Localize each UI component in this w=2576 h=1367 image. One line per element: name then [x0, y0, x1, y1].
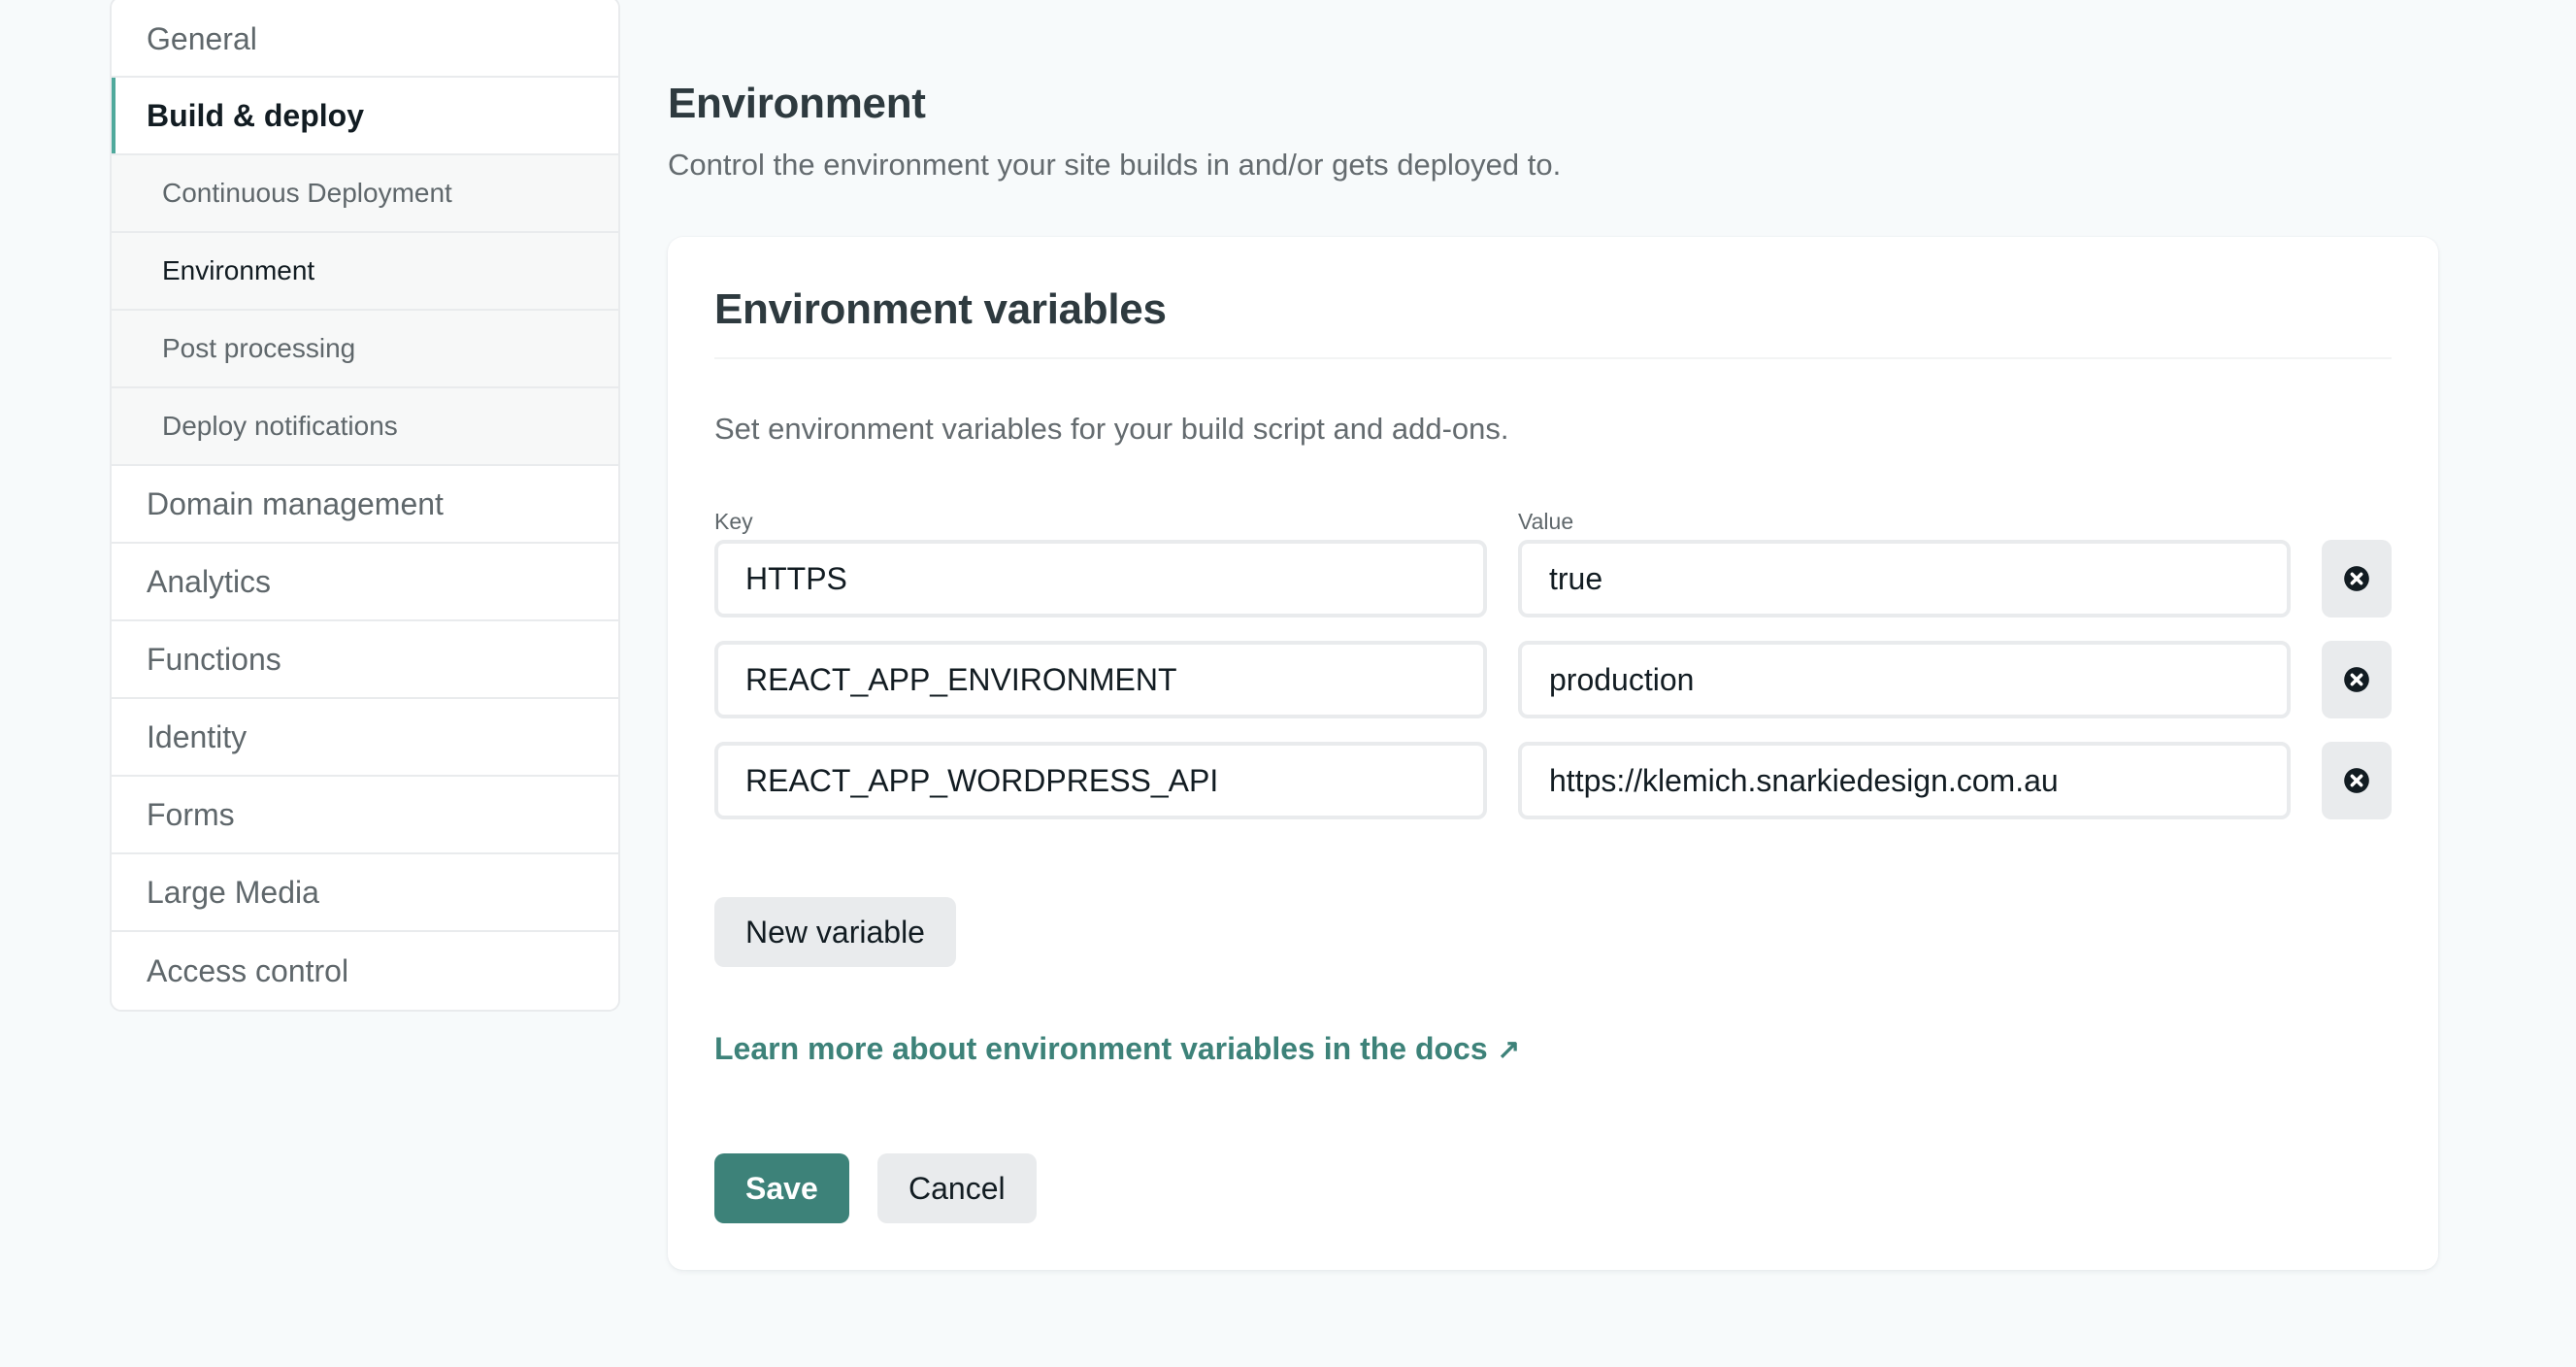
key-column-label: Key: [714, 509, 753, 534]
sidebar-item-label: Build & deploy: [147, 97, 364, 133]
sidebar-subitem-environment[interactable]: Environment: [112, 233, 618, 311]
delete-variable-button[interactable]: [2322, 641, 2392, 718]
sidebar-item-label: Functions: [147, 641, 281, 677]
card-divider: [714, 357, 2392, 359]
sidebar-item-label: Post processing: [162, 333, 356, 363]
sidebar-item-analytics[interactable]: Analytics: [112, 544, 618, 621]
variable-key-input[interactable]: [714, 742, 1487, 819]
sidebar-item-access-control[interactable]: Access control: [112, 932, 618, 1010]
variable-value-input[interactable]: [1518, 742, 2291, 819]
sidebar-item-label: Deploy notifications: [162, 411, 398, 441]
sidebar-subitem-continuous-deployment[interactable]: Continuous Deployment: [112, 155, 618, 233]
settings-sidebar: General Build & deploy Continuous Deploy…: [110, 0, 620, 1012]
sidebar-subitem-deploy-notifications[interactable]: Deploy notifications: [112, 388, 618, 466]
new-variable-button[interactable]: New variable: [714, 897, 956, 967]
variable-row: [714, 540, 2392, 617]
sidebar-item-general[interactable]: General: [112, 0, 618, 78]
sidebar-item-label: Continuous Deployment: [162, 178, 452, 208]
variable-value-input[interactable]: [1518, 540, 2291, 617]
save-button[interactable]: Save: [714, 1153, 849, 1223]
close-circle-icon: [2344, 566, 2369, 591]
page-subtitle: Control the environment your site builds…: [668, 148, 1562, 182]
docs-link-label: Learn more about environment variables i…: [714, 1031, 1488, 1066]
sidebar-item-functions[interactable]: Functions: [112, 621, 618, 699]
cancel-button[interactable]: Cancel: [877, 1153, 1037, 1223]
variable-row: [714, 742, 2392, 819]
sidebar-item-label: Access control: [147, 952, 349, 988]
card-description: Set environment variables for your build…: [714, 412, 1509, 446]
page-title: Environment: [668, 80, 926, 127]
sidebar-subitem-post-processing[interactable]: Post processing: [112, 311, 618, 388]
variable-value-input[interactable]: [1518, 641, 2291, 718]
close-circle-icon: [2344, 768, 2369, 793]
sidebar-item-build-deploy[interactable]: Build & deploy: [112, 78, 618, 155]
sidebar-item-domain-management[interactable]: Domain management: [112, 466, 618, 544]
sidebar-item-label: Large Media: [147, 874, 319, 910]
sidebar-item-label: Forms: [147, 796, 235, 832]
variable-key-input[interactable]: [714, 641, 1487, 718]
variable-row: [714, 641, 2392, 718]
delete-variable-button[interactable]: [2322, 540, 2392, 617]
sidebar-item-identity[interactable]: Identity: [112, 699, 618, 777]
sidebar-item-large-media[interactable]: Large Media: [112, 854, 618, 932]
variable-key-input[interactable]: [714, 540, 1487, 617]
docs-link[interactable]: Learn more about environment variables i…: [714, 1031, 1520, 1067]
environment-variables-card: Environment variables Set environment va…: [668, 237, 2438, 1270]
sidebar-item-label: Domain management: [147, 485, 444, 521]
sidebar-item-forms[interactable]: Forms: [112, 777, 618, 854]
card-title: Environment variables: [714, 285, 1167, 333]
value-column-label: Value: [1518, 509, 1574, 534]
external-link-icon: ↗: [1497, 1034, 1521, 1064]
sidebar-item-label: Analytics: [147, 563, 272, 599]
sidebar-item-label: Environment: [162, 255, 315, 285]
sidebar-item-label: Identity: [147, 718, 248, 754]
close-circle-icon: [2344, 667, 2369, 692]
delete-variable-button[interactable]: [2322, 742, 2392, 819]
sidebar-item-label: General: [147, 20, 257, 56]
